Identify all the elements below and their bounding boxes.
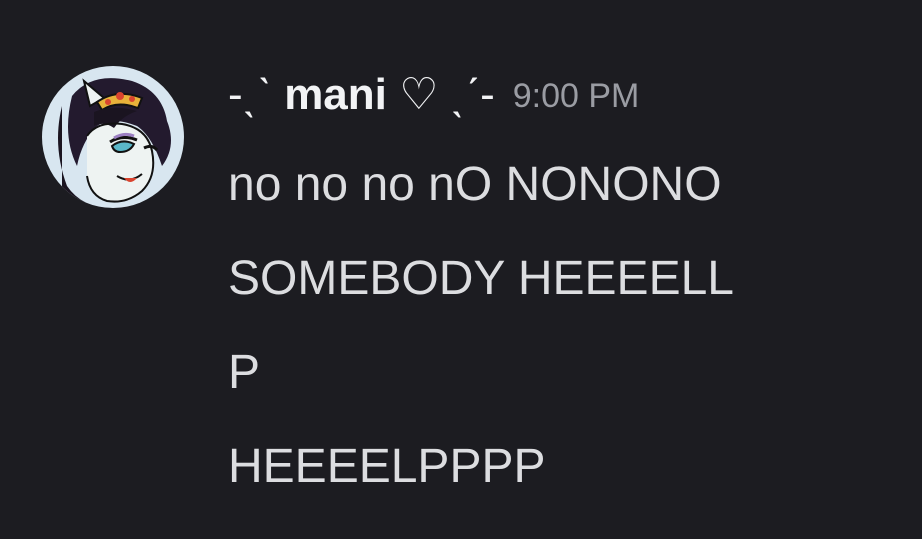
pony-avatar-icon	[42, 66, 184, 208]
username-name: mani	[284, 69, 387, 119]
chat-message: -ˎˋ mani ♡ ˎˊ- 9:00 PM no no no nO NONON…	[0, 0, 922, 539]
message-header: -ˎˋ mani ♡ ˎˊ- 9:00 PM	[228, 66, 639, 122]
message-content: no no no nO NONONO SOMEBODY HEEEELL P HE…	[228, 138, 734, 514]
username-prefix: -ˎˋ	[228, 69, 285, 119]
username[interactable]: -ˎˋ mani ♡ ˎˊ-	[228, 69, 495, 120]
user-avatar[interactable]	[42, 66, 184, 208]
username-suffix: ♡ ˎˊ-	[386, 69, 495, 119]
message-line: HEEEELPPPP	[228, 440, 546, 493]
message-line: no no no nO NONONO	[228, 158, 722, 211]
message-timestamp[interactable]: 9:00 PM	[513, 77, 640, 116]
message-line: P	[228, 346, 261, 399]
message-line: SOMEBODY HEEEELL	[228, 252, 734, 305]
